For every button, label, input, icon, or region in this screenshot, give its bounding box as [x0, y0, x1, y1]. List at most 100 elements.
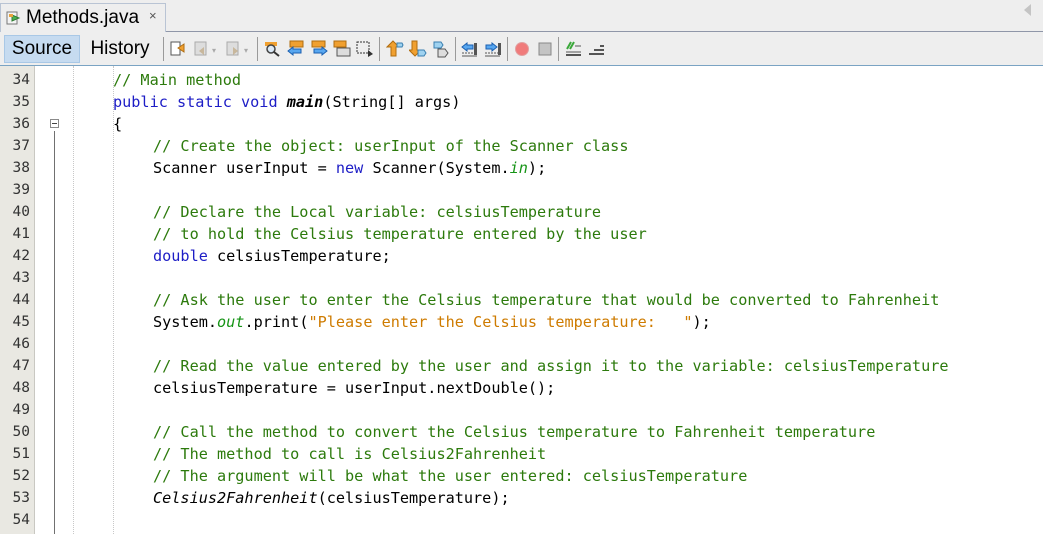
toolbar-separator — [455, 37, 456, 61]
code-line[interactable]: 47 // Read the value entered by the user … — [0, 355, 1043, 377]
code-line[interactable]: 54 — [0, 509, 1043, 531]
line-number: 34 — [12, 72, 30, 88]
forward-dropdown-icon[interactable]: ▾ — [244, 46, 248, 55]
code-line[interactable]: 35 public static void main(String[] args) — [0, 91, 1043, 113]
shift-right-icon[interactable] — [484, 40, 502, 58]
code-line[interactable]: 53 Celsius2Fahrenheit(celsiusTemperature)… — [0, 487, 1043, 509]
line-number: 54 — [12, 512, 30, 528]
java-file-icon — [6, 11, 22, 25]
code-token: Celsius2Fahrenheit — [153, 489, 318, 507]
code-text: // to hold the Celsius temperature enter… — [153, 223, 647, 245]
line-number: 49 — [12, 402, 30, 418]
stop-macro-icon[interactable] — [536, 40, 554, 58]
code-token: // The method to call is Celsius2Fahrenh… — [153, 445, 547, 463]
code-text: public static void main(String[] args) — [113, 91, 460, 113]
next-bookmark-icon[interactable] — [407, 40, 427, 58]
code-text: celsiusTemperature = userInput.nextDoubl… — [153, 377, 555, 399]
code-line[interactable]: 41 // to hold the Celsius temperature ent… — [0, 223, 1043, 245]
code-token: (celsiusTemperature); — [317, 489, 510, 507]
code-token: celsiusTemperature; — [207, 247, 391, 265]
code-token: in — [509, 159, 528, 177]
code-text: // The method to call is Celsius2Fahrenh… — [153, 443, 546, 465]
code-text: // Main method — [113, 69, 241, 91]
tab-methods-java[interactable]: Methods.java × — [0, 3, 166, 32]
previous-bookmark-icon[interactable] — [385, 40, 404, 58]
line-number: 39 — [12, 182, 30, 198]
code-text: // Declare the Local variable: celsiusTe… — [153, 201, 601, 223]
code-token: // The argument will be what the user en… — [153, 467, 748, 485]
code-token: // to hold the Celsius temperature enter… — [153, 225, 647, 243]
toggle-rect-selection-icon[interactable] — [356, 40, 374, 58]
code-token: // Read the value entered by the user an… — [153, 357, 949, 375]
code-token: // Call the method to convert the Celsiu… — [153, 423, 876, 441]
code-line[interactable]: 39 — [0, 179, 1043, 201]
toggle-highlight-icon[interactable] — [333, 40, 351, 58]
history-view-button[interactable]: History — [84, 35, 156, 63]
record-macro-icon[interactable] — [513, 40, 531, 58]
code-line[interactable]: 36 { — [0, 113, 1043, 135]
find-selection-icon[interactable] — [264, 40, 282, 58]
toolbar-separator — [558, 37, 559, 61]
line-number: 45 — [12, 314, 30, 330]
close-tab-icon[interactable]: × — [149, 8, 157, 23]
code-token: // Main method — [113, 71, 242, 89]
code-token: main — [286, 93, 324, 111]
line-number: 42 — [12, 248, 30, 264]
line-number: 35 — [12, 94, 30, 110]
code-token: .print( — [244, 313, 309, 331]
code-line[interactable]: 40 // Declare the Local variable: celsius… — [0, 201, 1043, 223]
code-line[interactable]: 48 celsiusTemperature = userInput.nextDou… — [0, 377, 1043, 399]
find-previous-icon[interactable] — [287, 40, 305, 58]
last-edit-icon[interactable] — [170, 40, 188, 58]
scroll-tabs-left-icon[interactable] — [1024, 4, 1031, 16]
code-line[interactable]: 38 Scanner userInput = new Scanner(System… — [0, 157, 1043, 179]
code-token: new — [335, 159, 364, 177]
forward-icon[interactable] — [225, 40, 243, 58]
code-line[interactable]: 49 — [0, 399, 1043, 421]
toolbar-separator — [507, 37, 508, 61]
line-number: 40 — [12, 204, 30, 220]
toolbar-separator — [163, 37, 164, 61]
code-line[interactable]: 45 System.out.print("Please enter the Cel… — [0, 311, 1043, 333]
code-line[interactable]: 50 // Call the method to convert the Cels… — [0, 421, 1043, 443]
toggle-bookmark-icon[interactable] — [432, 40, 450, 58]
line-number: 51 — [12, 446, 30, 462]
code-text: // Call the method to convert the Celsiu… — [153, 421, 875, 443]
toolbar-separator — [257, 37, 258, 61]
line-number: 50 — [12, 424, 30, 440]
toolbar-separator — [379, 37, 380, 61]
back-dropdown-icon[interactable]: ▾ — [212, 46, 216, 55]
code-text: // The argument will be what the user en… — [153, 465, 747, 487]
code-line[interactable]: 43 — [0, 267, 1043, 289]
code-line[interactable]: 46 — [0, 333, 1043, 355]
code-editor[interactable]: 34 // Main method 35 public static void mai… — [0, 66, 1043, 534]
back-icon[interactable] — [193, 40, 211, 58]
shift-left-icon[interactable] — [461, 40, 479, 58]
line-number: 47 — [12, 358, 30, 374]
comment-icon[interactable] — [565, 40, 583, 58]
line-number: 37 — [12, 138, 30, 154]
editor-tab-bar: Methods.java × — [0, 0, 1043, 32]
line-number: 48 — [12, 380, 30, 396]
code-token: ); — [527, 159, 547, 177]
line-number: 43 — [12, 270, 30, 286]
code-line[interactable]: 42 double celsiusTemperature; — [0, 245, 1043, 267]
code-line[interactable]: 44 // Ask the user to enter the Celsius t… — [0, 289, 1043, 311]
code-line[interactable]: 37 // Create the object: userInput of the… — [0, 135, 1043, 157]
code-line[interactable]: 51 // The method to call is Celsius2Fahre… — [0, 443, 1043, 465]
code-token: (String[] args) — [323, 93, 461, 111]
code-token: Scanner(System. — [363, 159, 510, 177]
code-line[interactable]: 34 // Main method — [0, 69, 1043, 91]
code-text: Celsius2Fahrenheit(celsiusTemperature); — [153, 487, 510, 509]
line-number: 38 — [12, 160, 30, 176]
code-line[interactable]: 52 // The argument will be what the user … — [0, 465, 1043, 487]
tab-title: Methods.java — [26, 7, 140, 28]
uncomment-icon[interactable] — [588, 40, 606, 58]
code-token: System. — [153, 313, 218, 331]
code-text: // Ask the user to enter the Celsius tem… — [153, 289, 939, 311]
source-view-button[interactable]: Source — [4, 35, 80, 63]
code-token: Scanner userInput = — [153, 159, 336, 177]
code-token: celsiusTemperature = userInput.nextDoubl… — [153, 379, 556, 397]
code-token: // Ask the user to enter the Celsius tem… — [153, 291, 940, 309]
find-next-icon[interactable] — [310, 40, 328, 58]
